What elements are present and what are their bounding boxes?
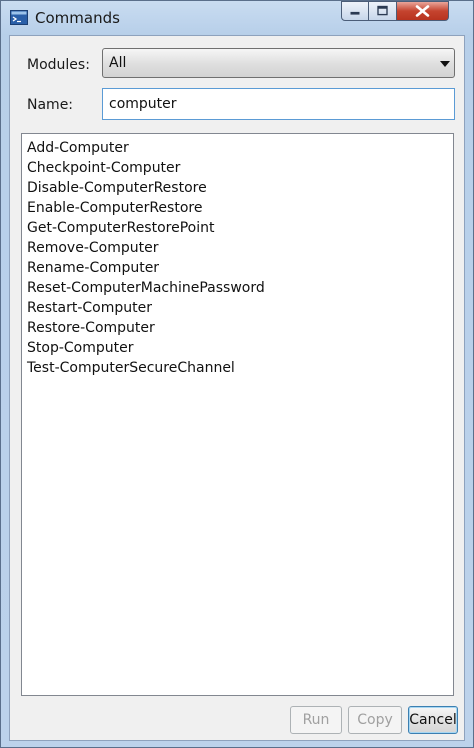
command-item[interactable]: Remove-Computer xyxy=(27,238,448,258)
modules-selected-value: All xyxy=(109,55,127,71)
command-item[interactable]: Add-Computer xyxy=(27,138,448,158)
command-item[interactable]: Reset-ComputerMachinePassword xyxy=(27,278,448,298)
command-item[interactable]: Get-ComputerRestorePoint xyxy=(27,218,448,238)
name-search-input[interactable] xyxy=(102,88,455,120)
title-bar[interactable]: Commands xyxy=(1,1,473,35)
cancel-button[interactable]: Cancel xyxy=(408,706,458,734)
window-title: Commands xyxy=(35,9,120,27)
name-label: Name: xyxy=(27,97,74,113)
chevron-down-icon xyxy=(440,61,450,67)
command-item[interactable]: Restore-Computer xyxy=(27,318,448,338)
modules-dropdown[interactable]: All xyxy=(102,48,455,78)
modules-label: Modules: xyxy=(27,57,90,73)
close-icon xyxy=(415,5,430,17)
commands-list[interactable]: Add-Computer Checkpoint-Computer Disable… xyxy=(21,133,454,696)
maximize-button[interactable] xyxy=(369,1,397,21)
command-item[interactable]: Test-ComputerSecureChannel xyxy=(27,358,448,378)
command-item[interactable]: Disable-ComputerRestore xyxy=(27,178,448,198)
dialog-body: Modules: All Name: Add-Computer Checkpoi… xyxy=(9,35,465,741)
command-item[interactable]: Enable-ComputerRestore xyxy=(27,198,448,218)
commands-window: Commands Modules: All Name: computer Add… xyxy=(0,0,474,748)
run-button[interactable]: Run xyxy=(290,706,342,734)
command-item[interactable]: Checkpoint-Computer xyxy=(27,158,448,178)
command-item[interactable]: Rename-Computer xyxy=(27,258,448,278)
command-item[interactable]: Restart-Computer xyxy=(27,298,448,318)
powershell-window-icon xyxy=(10,10,28,25)
maximize-icon xyxy=(377,5,388,16)
minimize-button[interactable] xyxy=(341,1,369,21)
command-item[interactable]: Stop-Computer xyxy=(27,338,448,358)
minimize-icon xyxy=(350,11,360,15)
copy-button[interactable]: Copy xyxy=(348,706,402,734)
close-button[interactable] xyxy=(397,1,449,21)
